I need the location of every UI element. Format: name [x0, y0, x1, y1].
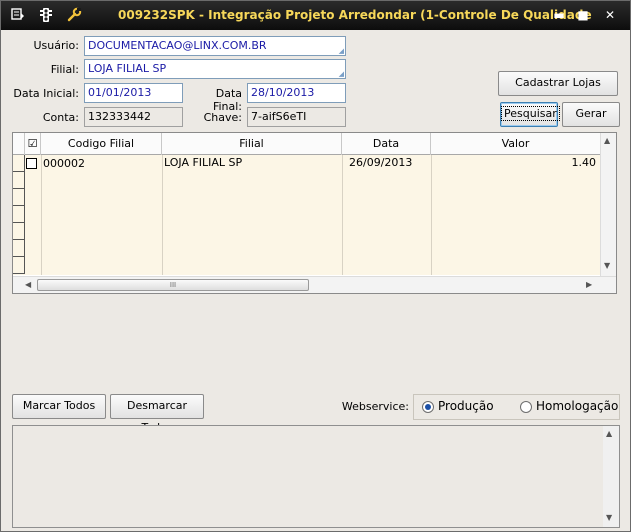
grid-vertical-scrollbar[interactable]: ▲ ▼ [600, 133, 616, 276]
scroll-up-icon[interactable]: ▲ [604, 136, 610, 145]
scroll-right-icon[interactable]: ▶ [586, 280, 592, 289]
row-indicator[interactable] [13, 206, 25, 223]
row-indicator[interactable] [13, 240, 25, 257]
data-inicial-field[interactable]: 01/01/2013 [84, 83, 183, 103]
webservice-label: Webservice: [341, 400, 409, 413]
row-indicator[interactable] [13, 223, 25, 240]
row-checkbox[interactable] [26, 158, 37, 169]
grid-divider [41, 155, 42, 275]
data-final-field[interactable]: 28/10/2013 [247, 83, 346, 103]
data-final-label: Data Final: [212, 87, 242, 113]
cell-codigo-filial: 000002 [43, 157, 85, 170]
memo-vertical-scrollbar[interactable]: ▲ ▼ [603, 426, 619, 527]
application-window: 009232SPK - Integração Projeto Arredonda… [0, 0, 631, 532]
resize-grip-icon: ◢ [338, 47, 344, 55]
row-indicator[interactable] [13, 189, 25, 206]
cell-filial: LOJA FILIAL SP [164, 156, 243, 169]
pesquisar-button-label: Pesquisar [501, 106, 560, 121]
usuario-value: DOCUMENTACAO@LINX.COM.BR [88, 39, 267, 52]
filial-label: Filial: [50, 63, 79, 76]
cell-data-lancamento: 26/09/2013 [349, 156, 413, 169]
grid-horizontal-scrollbar[interactable]: ◀ III ▶ [13, 276, 616, 293]
scroll-up-icon[interactable]: ▲ [606, 429, 612, 438]
grid-divider [342, 155, 343, 275]
row-indicator[interactable] [13, 155, 25, 172]
gerar-button[interactable]: Gerar [562, 102, 620, 127]
homologacao-label[interactable]: Homologação [536, 399, 618, 413]
row-indicator[interactable] [13, 257, 25, 274]
maximize-icon[interactable]: ■ [574, 7, 592, 23]
select-all-checkbox[interactable]: ☑ [25, 133, 41, 155]
row-indicator-header [13, 133, 25, 155]
marcar-todos-button[interactable]: Marcar Todos [12, 394, 106, 419]
close-icon[interactable]: ✕ [601, 7, 619, 23]
column-data-lancamento[interactable]: Data Lancamento [342, 133, 431, 172]
chave-label: Chave: [203, 111, 242, 124]
radio-homologacao[interactable] [520, 401, 532, 413]
horizontal-scroll-thumb[interactable]: III [37, 279, 309, 291]
desmarcar-todos-button[interactable]: Desmarcar Todos [110, 394, 204, 434]
data-inicial-label: Data Inicial: [13, 87, 79, 100]
scroll-left-icon[interactable]: ◀ [25, 280, 31, 289]
radio-producao[interactable] [422, 401, 434, 413]
title-bar: 009232SPK - Integração Projeto Arredonda… [1, 1, 630, 30]
traffic-light-icon[interactable] [37, 7, 55, 23]
conta-field: 132333442 [84, 107, 183, 127]
webservice-options: Produção Homologação [413, 394, 620, 420]
results-grid[interactable]: ☑ Codigo Filial Filial Data Lancamento V… [12, 132, 617, 294]
usuario-label: Usuário: [33, 39, 79, 52]
grid-divider [162, 155, 163, 275]
conta-label: Conta: [42, 111, 79, 124]
producao-label[interactable]: Produção [438, 399, 494, 413]
row-indicator[interactable] [13, 172, 25, 189]
filial-value: LOJA FILIAL SP [88, 62, 167, 75]
column-valor[interactable]: Valor [431, 133, 601, 155]
window-title: 009232SPK - Integração Projeto Arredonda… [118, 8, 592, 22]
usuario-field[interactable]: DOCUMENTACAO@LINX.COM.BR ◢ [84, 36, 346, 56]
wrench-icon[interactable] [65, 7, 83, 23]
log-memo[interactable]: ▲ ▼ [12, 425, 620, 528]
grid-body: 000002 LOJA FILIAL SP 26/09/2013 1.40 [13, 155, 601, 275]
chave-field: 7-aifS6eTI [247, 107, 346, 127]
menu-icon[interactable] [9, 7, 27, 23]
resize-grip-icon: ◢ [338, 70, 344, 78]
scroll-down-icon[interactable]: ▼ [606, 513, 612, 522]
column-filial[interactable]: Filial [162, 133, 342, 155]
cell-valor: 1.40 [571, 156, 597, 169]
grid-header: ☑ Codigo Filial Filial Data Lancamento V… [13, 133, 601, 172]
grid-divider [431, 155, 432, 275]
minimize-icon[interactable]: ▬ [550, 7, 568, 23]
pesquisar-button[interactable]: Pesquisar [500, 102, 560, 127]
filial-field[interactable]: LOJA FILIAL SP ◢ [84, 59, 346, 79]
scroll-down-icon[interactable]: ▼ [604, 261, 610, 270]
cadastrar-lojas-button[interactable]: Cadastrar Lojas [498, 71, 618, 96]
column-codigo-filial[interactable]: Codigo Filial [41, 133, 162, 155]
